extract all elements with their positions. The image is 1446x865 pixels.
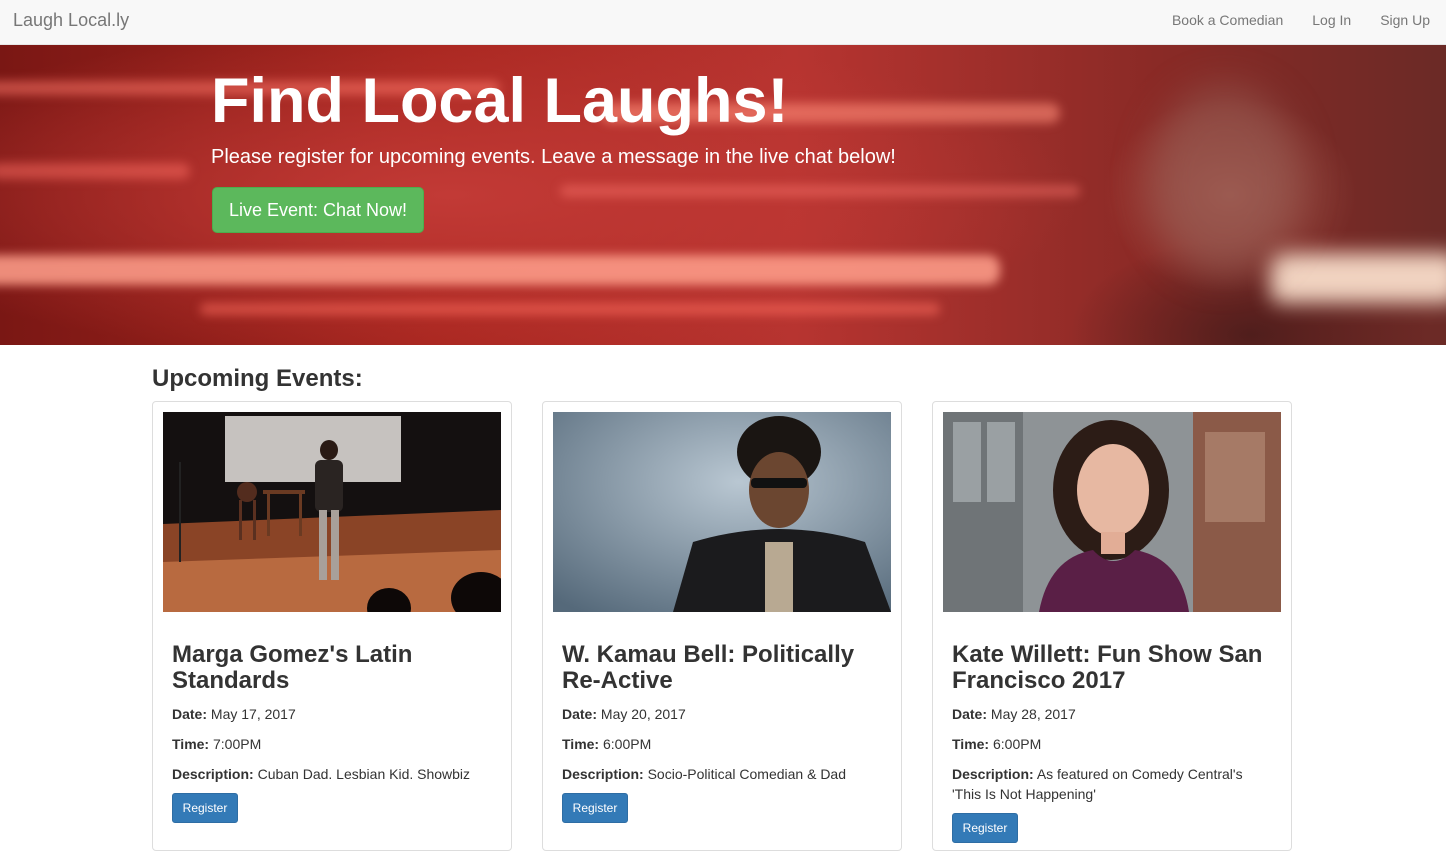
event-date: Date: May 17, 2017 (172, 704, 492, 724)
event-title: Kate Willett: Fun Show San Francisco 201… (952, 641, 1263, 694)
event-time-label: Time: (562, 736, 600, 752)
hero-light-streak (560, 185, 1080, 197)
event-time: Time: 6:00PM (952, 734, 1272, 754)
nav-login-link[interactable]: Log In (1312, 12, 1351, 28)
register-button[interactable]: Register (562, 793, 628, 823)
nav-signup-link[interactable]: Sign Up (1380, 12, 1430, 28)
hero-banner: Find Local Laughs! Please register for u… (0, 45, 1446, 345)
event-date-value: May 17, 2017 (210, 706, 296, 722)
event-date-label: Date: (172, 706, 208, 722)
register-button[interactable]: Register (952, 813, 1018, 843)
event-time: Time: 7:00PM (172, 734, 492, 754)
event-card: W. Kamau Bell: Politically Re-Active Dat… (542, 401, 902, 851)
hero-title: Find Local Laughs! (211, 66, 789, 136)
event-time: Time: 6:00PM (562, 734, 882, 754)
live-chat-button[interactable]: Live Event: Chat Now! (212, 187, 424, 233)
event-title: Marga Gomez's Latin Standards (172, 641, 413, 694)
event-card: Marga Gomez's Latin Standards Date: May … (152, 401, 512, 851)
upcoming-events-heading: Upcoming Events: (152, 365, 363, 392)
hero-light-streak (200, 303, 940, 315)
event-time-value: 7:00PM (212, 736, 262, 752)
event-description: Description: As featured on Comedy Centr… (952, 764, 1272, 804)
register-button[interactable]: Register (172, 793, 238, 823)
event-date-label: Date: (952, 706, 988, 722)
event-description-label: Description: (562, 766, 644, 782)
event-description: Description: Cuban Dad. Lesbian Kid. Sho… (172, 764, 492, 784)
event-image (163, 412, 501, 612)
hero-performer-silhouette (1150, 85, 1300, 275)
event-description-label: Description: (172, 766, 254, 782)
event-description-value: Cuban Dad. Lesbian Kid. Showbiz (257, 766, 471, 782)
navbar: Laugh Local.ly Book a Comedian Log In Si… (0, 0, 1446, 45)
event-time-label: Time: (172, 736, 210, 752)
event-description-label: Description: (952, 766, 1034, 782)
hero-light-streak (1270, 253, 1446, 303)
event-date: Date: May 20, 2017 (562, 704, 882, 724)
event-description: Description: Socio-Political Comedian & … (562, 764, 882, 784)
hero-subtitle: Please register for upcoming events. Lea… (211, 146, 896, 168)
event-date-value: May 20, 2017 (600, 706, 686, 722)
nav-links: Book a Comedian Log In Sign Up (1172, 12, 1430, 28)
event-date-label: Date: (562, 706, 598, 722)
event-time-label: Time: (952, 736, 990, 752)
event-date: Date: May 28, 2017 (952, 704, 1272, 724)
brand-logo[interactable]: Laugh Local.ly (13, 10, 129, 31)
event-title: W. Kamau Bell: Politically Re-Active (562, 641, 855, 694)
hero-light-streak (0, 255, 1000, 285)
event-description-value: Socio-Political Comedian & Dad (647, 766, 847, 782)
hero-light-streak (0, 163, 190, 179)
event-card: Kate Willett: Fun Show San Francisco 201… (932, 401, 1292, 851)
event-image (553, 412, 891, 612)
nav-book-comedian-link[interactable]: Book a Comedian (1172, 12, 1283, 28)
event-date-value: May 28, 2017 (990, 706, 1076, 722)
event-image (943, 412, 1281, 612)
event-time-value: 6:00PM (602, 736, 652, 752)
event-time-value: 6:00PM (992, 736, 1042, 752)
